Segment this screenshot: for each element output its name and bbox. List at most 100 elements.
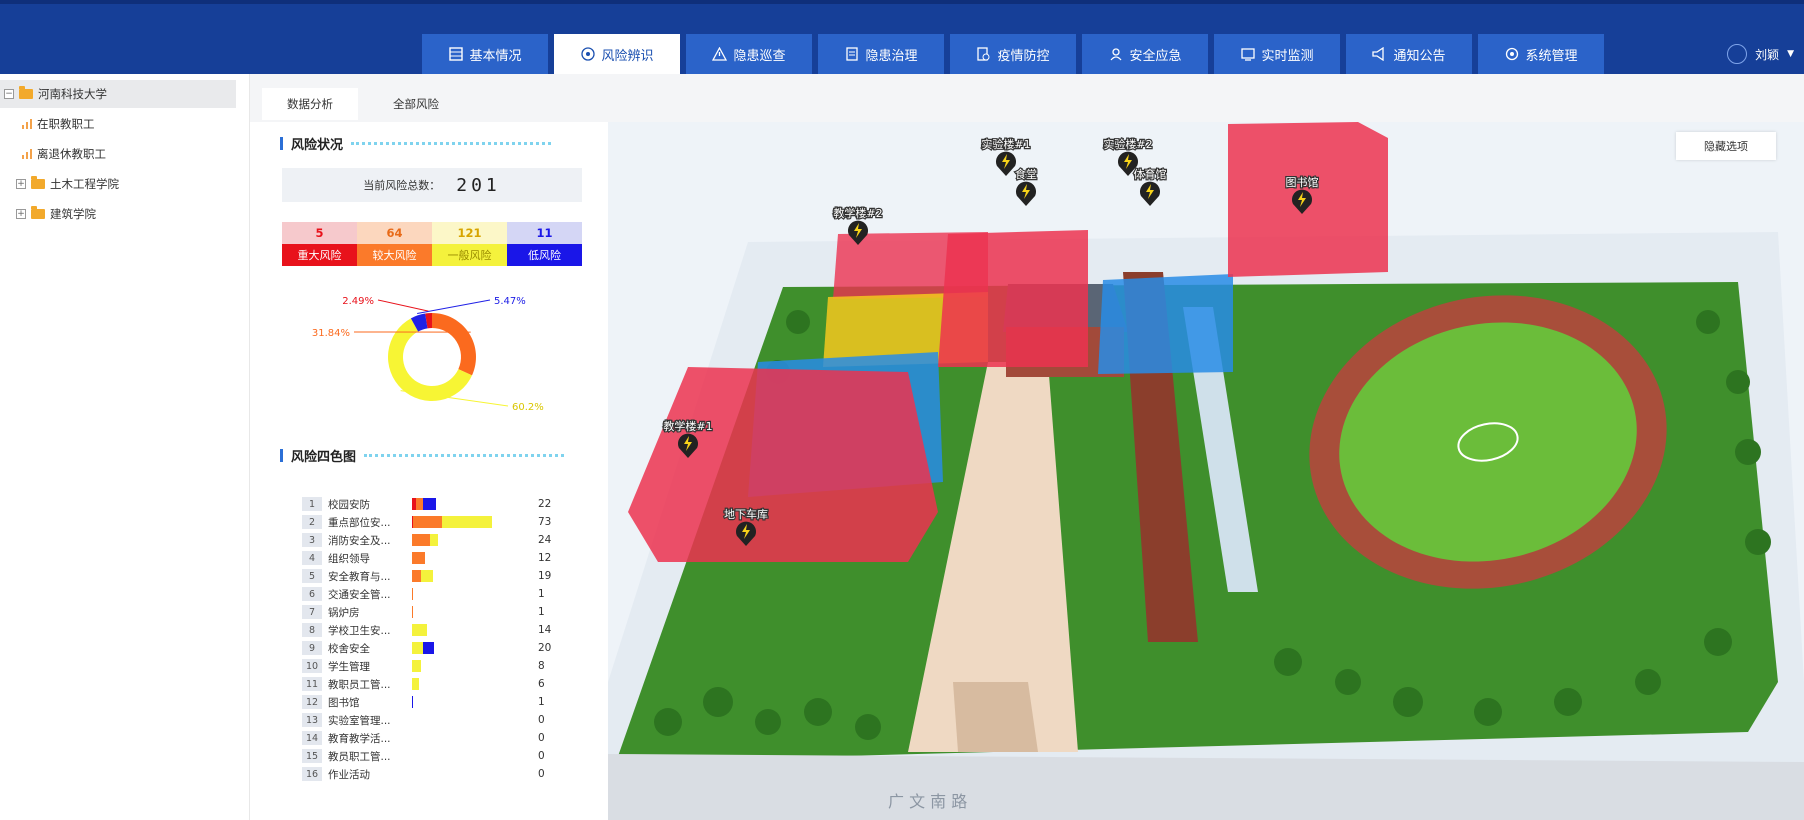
person-icon	[1108, 47, 1123, 62]
row-index: 9	[302, 641, 322, 655]
sub-tabs: 数据分析 全部风险	[250, 74, 1804, 122]
tab-label: 风险辨识	[601, 48, 654, 64]
row-stacked-bar	[412, 696, 532, 708]
analysis-panel: 风险状况 当前风险总数： 201 5 重大风险 64 较大风险 121 一般风险…	[258, 122, 608, 820]
chart-leaf-icon	[22, 119, 32, 129]
collapse-icon[interactable]: −	[4, 89, 14, 99]
bar-segment	[441, 516, 493, 528]
risk-category-row[interactable]: 8 学校卫生安... 14	[302, 622, 592, 638]
tab-label: 实时监测	[1261, 48, 1314, 64]
risk-category-row[interactable]: 13 实验室管理... 0	[302, 712, 592, 728]
risk-category-row[interactable]: 10 学生管理 8	[302, 658, 592, 674]
marker-label: 实验楼#2	[1103, 137, 1152, 151]
monitor-icon	[1240, 47, 1255, 62]
row-stacked-bar	[412, 750, 532, 762]
risk-category-row[interactable]: 16 作业活动 0	[302, 766, 592, 782]
row-stacked-bar	[412, 498, 532, 510]
map-marker[interactable]: 体育馆	[1132, 166, 1168, 206]
row-value: 12	[538, 552, 552, 564]
tab-label: 疫情防控	[997, 48, 1050, 64]
tree-root-label: 河南科技大学	[38, 87, 107, 101]
map-marker[interactable]: 食堂	[1014, 166, 1038, 206]
risk-category-row[interactable]: 6 交通安全管... 1	[302, 586, 592, 602]
risk-category-row[interactable]: 3 消防安全及... 24	[302, 532, 592, 548]
row-name: 安全教育与...	[328, 570, 391, 583]
expand-icon[interactable]: +	[16, 209, 26, 219]
tab-epidemic[interactable]: 疫情防控	[950, 34, 1076, 74]
app-root: 基本情况 风险辨识 隐患巡查 隐患治理 疫情防控 安全应急 实时监测 通知公告 …	[0, 0, 1804, 820]
subtab-all-risks[interactable]: 全部风险	[368, 88, 464, 120]
target-icon	[580, 47, 595, 62]
hide-options-button[interactable]: 隐藏选项	[1676, 132, 1776, 160]
row-name: 交通安全管...	[328, 588, 391, 601]
bar-segment	[423, 642, 434, 654]
tab-monitor[interactable]: 实时监测	[1214, 34, 1340, 74]
row-stacked-bar	[412, 678, 532, 690]
row-index: 2	[302, 515, 322, 529]
risk-category-row[interactable]: 1 校园安防 22	[302, 496, 592, 512]
row-value: 8	[538, 660, 545, 672]
row-value: 0	[538, 714, 545, 726]
marker-label: 实验楼#1	[981, 137, 1030, 151]
campus-scene: 广 文 南 路 实验楼#1 实验楼#2 食堂 体育馆教学楼#2 图书馆教学楼#1 地下车库	[608, 122, 1804, 820]
risk-category-row[interactable]: 12 图书馆 1	[302, 694, 592, 710]
marker-label: 图书馆	[1286, 175, 1319, 189]
risk-category-row[interactable]: 11 教职员工管... 6	[302, 676, 592, 692]
tab-risk-identify[interactable]: 风险辨识	[554, 34, 680, 74]
row-stacked-bar	[412, 768, 532, 780]
tab-notice[interactable]: 通知公告	[1346, 34, 1472, 74]
row-stacked-bar	[412, 588, 532, 600]
row-stacked-bar	[412, 552, 532, 564]
tree-item-label: 离退休教职工	[37, 147, 106, 161]
tree-item-label: 在职教职工	[37, 117, 95, 131]
row-name: 锅炉房	[328, 606, 360, 619]
campus-3d-map[interactable]: 广 文 南 路 实验楼#1 实验楼#2 食堂 体育馆 教学楼#2 图书馆 教学楼#1 地下车库	[608, 122, 1804, 820]
row-value: 0	[538, 732, 545, 744]
row-index: 4	[302, 551, 322, 565]
document-icon	[844, 47, 859, 62]
megaphone-icon	[1372, 47, 1387, 62]
risk-category-row[interactable]: 14 教育教学活... 0	[302, 730, 592, 746]
risk-category-row[interactable]: 15 教员职工管... 0	[302, 748, 592, 764]
row-index: 10	[302, 659, 322, 673]
bar-segment	[422, 498, 437, 510]
expand-icon[interactable]: +	[16, 179, 26, 189]
four-color-list: 1 校园安防 22 2 重点部位安... 73 3 消防安全及... 24 4 组织领导 12 5 安全教…	[258, 122, 608, 820]
shield-doc-icon	[976, 47, 991, 62]
tab-emergency[interactable]: 安全应急	[1082, 34, 1208, 74]
bar-segment	[413, 516, 442, 528]
risk-category-row[interactable]: 4 组织领导 12	[302, 550, 592, 566]
row-value: 20	[538, 642, 552, 654]
risk-category-row[interactable]: 9 校舍安全 20	[302, 640, 592, 656]
row-name: 图书馆	[328, 696, 360, 709]
row-stacked-bar	[412, 660, 532, 672]
tree-item[interactable]: 在职教职工	[22, 110, 95, 138]
row-index: 6	[302, 587, 322, 601]
row-value: 1	[538, 696, 545, 708]
bar-segment	[412, 660, 421, 672]
tree-item[interactable]: + 建筑学院	[16, 200, 96, 228]
row-stacked-bar	[412, 642, 532, 654]
gear-icon	[1504, 47, 1519, 62]
tree-root[interactable]: − 河南科技大学	[0, 80, 236, 108]
tree-item[interactable]: 离退休教职工	[22, 140, 106, 168]
row-name: 组织领导	[328, 552, 370, 565]
tab-system[interactable]: 系统管理	[1478, 34, 1604, 74]
row-value: 1	[538, 588, 545, 600]
risk-category-row[interactable]: 2 重点部位安... 73	[302, 514, 592, 530]
risk-category-row[interactable]: 5 安全教育与... 19	[302, 568, 592, 584]
tab-hazard-patrol[interactable]: 隐患巡查	[686, 34, 812, 74]
subtab-data-analysis[interactable]: 数据分析	[262, 88, 358, 120]
tab-hazard-govern[interactable]: 隐患治理	[818, 34, 944, 74]
risk-category-row[interactable]: 7 锅炉房 1	[302, 604, 592, 620]
user-menu[interactable]: 刘颖 ▼	[1727, 44, 1794, 64]
tab-basic-info[interactable]: 基本情况	[422, 34, 548, 74]
road-guangwen	[608, 754, 1804, 820]
tab-label: 安全应急	[1129, 48, 1182, 64]
org-tree: − 河南科技大学 在职教职工 离退休教职工 + 土木工程学院 + 建筑学院	[0, 74, 250, 820]
row-index: 16	[302, 767, 322, 781]
row-name: 学校卫生安...	[328, 624, 391, 637]
row-index: 13	[302, 713, 322, 727]
row-name: 重点部位安...	[328, 516, 391, 529]
tree-item[interactable]: + 土木工程学院	[16, 170, 119, 198]
